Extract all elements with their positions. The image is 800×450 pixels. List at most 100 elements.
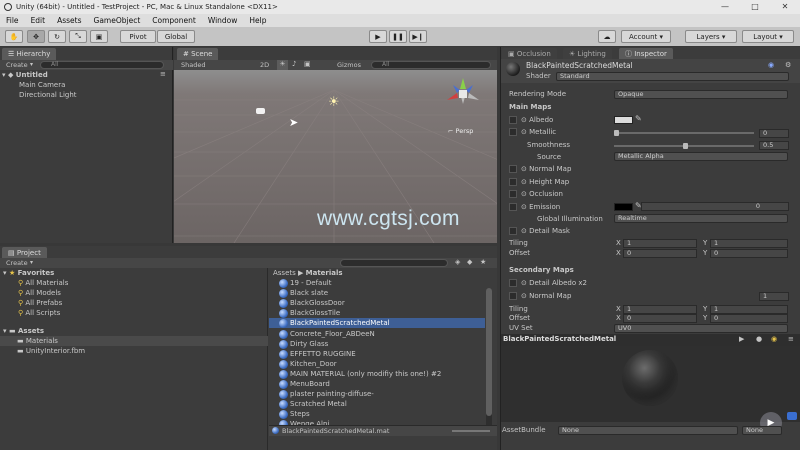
scene-tab[interactable]: # Scene — [177, 48, 219, 60]
assets-header[interactable]: ▾ ▬ Assets — [3, 326, 44, 336]
favorite-star-icon[interactable]: ★ — [480, 258, 486, 266]
tiling-y-field[interactable]: 1 — [710, 239, 788, 248]
rendering-mode-dropdown[interactable]: Opaque — [614, 90, 788, 99]
tag-icon[interactable] — [787, 412, 797, 420]
hierarchy-item[interactable]: Directional Light — [19, 90, 77, 100]
emission-value-field[interactable]: 0 — [641, 202, 789, 211]
menu-help[interactable]: Help — [243, 16, 272, 25]
tiling-x-field[interactable]: 1 — [623, 239, 697, 248]
shading-mode-dropdown[interactable]: Shaded — [181, 61, 205, 69]
close-icon[interactable]: ✕ — [770, 0, 800, 14]
breadcrumb-leaf[interactable]: Materials — [306, 269, 343, 277]
breadcrumb-root[interactable]: Assets — [273, 269, 296, 277]
file-list-item[interactable]: Black slate — [269, 288, 485, 299]
project-create-button[interactable]: Create — [6, 259, 28, 267]
global-illumination-dropdown[interactable]: Realtime — [614, 214, 788, 223]
menu-assets[interactable]: Assets — [51, 16, 87, 25]
offset-2-y-field[interactable]: 0 — [710, 314, 788, 323]
global-toggle[interactable]: Global — [157, 30, 195, 43]
filter-by-label-icon[interactable]: ◆ — [467, 258, 472, 266]
step-button[interactable]: ▶❙ — [409, 30, 427, 43]
maximize-icon[interactable]: □ — [740, 0, 770, 14]
perspective-label[interactable]: ⌐ Persp — [448, 127, 473, 135]
project-search-input[interactable] — [340, 259, 448, 267]
file-list-item[interactable]: EFFETTO RUGGINE — [269, 349, 485, 359]
tiling-2-x-field[interactable]: 1 — [623, 305, 697, 314]
menu-window[interactable]: Window — [202, 16, 244, 25]
layout-dropdown[interactable]: Layout ▾ — [742, 30, 794, 43]
scale-tool-button[interactable]: ⤡ — [69, 30, 87, 43]
detail-mask-slot[interactable] — [509, 227, 517, 235]
hierarchy-create-button[interactable]: Create — [6, 61, 28, 69]
scene-root-row[interactable]: ▾ ◆ Untitled — [2, 70, 172, 80]
directional-light-icon[interactable]: ☀ — [328, 95, 340, 110]
folder-item-unityinterior[interactable]: ▬ UnityInterior.fbm — [17, 346, 85, 356]
favorite-item[interactable]: ⚲ All Prefabs — [18, 298, 62, 308]
audio-toggle-icon[interactable]: ♪ — [292, 60, 296, 68]
file-list-item[interactable]: 19 - Default — [269, 278, 485, 288]
effects-toggle-icon[interactable]: ▣ — [304, 60, 311, 68]
account-dropdown[interactable]: Account ▾ — [621, 30, 671, 43]
favorite-item[interactable]: ⚲ All Models — [18, 288, 61, 298]
settings-gear-icon[interactable]: ⚙ — [785, 61, 791, 69]
metallic-texture-slot[interactable] — [509, 128, 517, 136]
shader-dropdown[interactable]: Standard — [556, 72, 789, 81]
file-list-item[interactable]: BlackPaintedScratchedMetal — [269, 318, 485, 329]
albedo-texture-slot[interactable] — [509, 116, 517, 124]
icon-size-slider[interactable] — [452, 430, 490, 432]
file-list-item[interactable]: Steps — [269, 409, 485, 420]
pause-button[interactable]: ❚❚ — [389, 30, 407, 43]
metallic-slider[interactable] — [614, 132, 754, 134]
metallic-slider-handle[interactable] — [614, 130, 619, 136]
scene-menu-icon[interactable]: ≡ — [160, 70, 166, 78]
orientation-gizmo[interactable] — [445, 76, 481, 114]
hierarchy-search-input[interactable]: All — [40, 61, 164, 69]
metallic-value-field[interactable]: 0 — [759, 129, 789, 138]
move-tool-button[interactable]: ✥ — [27, 30, 45, 43]
hierarchy-item[interactable]: Main Camera — [19, 80, 65, 90]
lighting-toggle-icon[interactable]: ☀ — [277, 60, 288, 70]
uv-set-dropdown[interactable]: UV0 — [614, 324, 788, 333]
menu-component[interactable]: Component — [146, 16, 202, 25]
tiling-2-y-field[interactable]: 1 — [710, 305, 788, 314]
normal-map-slot[interactable] — [509, 165, 517, 173]
favorites-header[interactable]: ▾ ★ Favorites — [3, 268, 54, 278]
favorite-item[interactable]: ⚲ All Scripts — [18, 308, 60, 318]
file-list-item[interactable]: BlackGlossTile — [269, 308, 485, 319]
emission-color-swatch[interactable] — [614, 203, 633, 211]
offset-2-x-field[interactable]: 0 — [623, 314, 697, 323]
pivot-toggle[interactable]: Pivot — [120, 30, 156, 43]
help-icon[interactable]: ◉ — [768, 61, 774, 69]
normal-map-2-scale-field[interactable]: 1 — [759, 292, 789, 301]
file-list-item[interactable]: Concrete_Floor_ABDeeN — [269, 329, 485, 339]
play-button[interactable]: ▶ — [369, 30, 387, 43]
preview-play-icon[interactable]: ▶ — [739, 335, 744, 343]
emission-map-slot[interactable] — [509, 203, 517, 211]
albedo-color-swatch[interactable] — [614, 116, 633, 124]
hand-tool-button[interactable]: ✋ — [5, 30, 23, 43]
file-list-item[interactable]: MenuBoard — [269, 379, 485, 389]
minimize-icon[interactable]: — — [710, 0, 740, 14]
smoothness-value-field[interactable]: 0.5 — [759, 141, 789, 150]
filter-by-type-icon[interactable]: ◈ — [455, 258, 460, 266]
smoothness-slider-handle[interactable] — [682, 143, 688, 149]
source-dropdown[interactable]: Metallic Alpha — [614, 152, 788, 161]
mode-2d-toggle[interactable]: 2D — [260, 61, 269, 69]
cloud-button[interactable]: ☁ — [598, 30, 616, 43]
layers-dropdown[interactable]: Layers ▾ — [685, 30, 737, 43]
camera-gizmo-icon[interactable] — [256, 108, 265, 114]
offset-y-field[interactable]: 0 — [710, 249, 788, 258]
file-list-item[interactable]: plaster painting-diffuse- — [269, 389, 485, 400]
rotate-tool-button[interactable]: ↻ — [48, 30, 66, 43]
file-list-item[interactable]: Scratched Metal — [269, 399, 485, 410]
normal-map-2-slot[interactable] — [509, 292, 517, 300]
rect-tool-button[interactable]: ▣ — [90, 30, 108, 43]
menu-gameobject[interactable]: GameObject — [88, 16, 147, 25]
material-preview-area[interactable]: ▶ — [501, 346, 800, 434]
file-list-item[interactable]: Kitchen_Door — [269, 359, 485, 369]
file-list-item[interactable]: BlackGlossDoor — [269, 298, 485, 309]
preview-light-icon[interactable]: ◉ — [771, 335, 777, 343]
gizmos-dropdown[interactable]: Gizmos — [337, 61, 361, 69]
vertical-scrollbar[interactable] — [486, 288, 492, 432]
hierarchy-tab[interactable]: ☰ Hierarchy — [2, 48, 57, 60]
